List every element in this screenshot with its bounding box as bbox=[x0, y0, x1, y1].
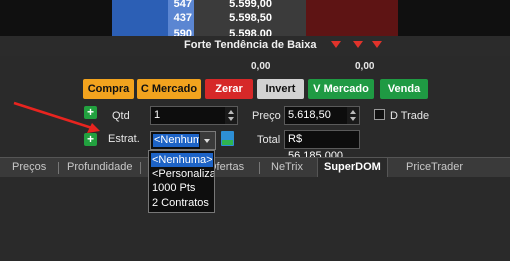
price-value: 5.618,50 bbox=[288, 109, 331, 121]
dropdown-option-1000-pts[interactable]: 1000 Pts bbox=[151, 181, 213, 195]
quantity-value: 1 bbox=[154, 109, 161, 121]
strategy-dropdown-button[interactable] bbox=[200, 132, 215, 149]
quantity-stepper[interactable]: 1 bbox=[150, 106, 238, 125]
day-trade-checkbox[interactable] bbox=[374, 109, 385, 120]
tab-superdom[interactable]: SuperDOM bbox=[317, 158, 388, 177]
add-strategy-button[interactable]: + bbox=[84, 133, 97, 146]
price-label: Preço bbox=[252, 110, 281, 122]
total-field: R$ 56.185,000 bbox=[284, 130, 360, 162]
plus-icon: + bbox=[86, 105, 94, 119]
chevron-down-icon bbox=[228, 117, 234, 121]
tab-bar: Preços Profundidade Ofertas NeTrix Super… bbox=[0, 157, 510, 177]
chevron-up-icon bbox=[350, 110, 356, 114]
strategy-dropdown-list: <Nenhuma> <Personalizada> 1000 Pts 2 Con… bbox=[148, 150, 215, 213]
day-trade-label: D Trade bbox=[390, 110, 430, 122]
price-spin-buttons[interactable] bbox=[347, 107, 359, 124]
tab-pricetrader[interactable]: PriceTrader bbox=[400, 158, 469, 177]
annotation-arrow-icon bbox=[13, 101, 100, 133]
tab-precos[interactable]: Preços bbox=[6, 158, 52, 177]
qtd-label: Qtd bbox=[112, 110, 130, 122]
strategy-select[interactable]: <Nenhuma> bbox=[150, 131, 216, 150]
quantity-spin-buttons[interactable] bbox=[225, 107, 237, 124]
calculator-icon[interactable] bbox=[221, 131, 234, 146]
tab-netrix[interactable]: NeTrix bbox=[265, 158, 309, 177]
chevron-up-icon bbox=[228, 110, 234, 114]
dropdown-option-2-contratos[interactable]: 2 Contratos bbox=[151, 196, 213, 210]
dropdown-option-nenhuma[interactable]: <Nenhuma> bbox=[151, 153, 213, 167]
chevron-down-icon bbox=[204, 139, 210, 143]
dropdown-option-personalizada[interactable]: <Personalizada> bbox=[151, 167, 214, 181]
chevron-down-icon bbox=[350, 117, 356, 121]
strategy-selected-value: <Nenhuma> bbox=[153, 134, 199, 147]
price-stepper[interactable]: 5.618,50 bbox=[284, 106, 360, 125]
add-quantity-button[interactable]: + bbox=[84, 106, 97, 119]
strategy-label: Estrat. bbox=[108, 133, 140, 145]
plus-icon: + bbox=[86, 132, 94, 146]
total-label: Total bbox=[257, 134, 281, 146]
tab-profundidade[interactable]: Profundidade bbox=[61, 158, 138, 177]
